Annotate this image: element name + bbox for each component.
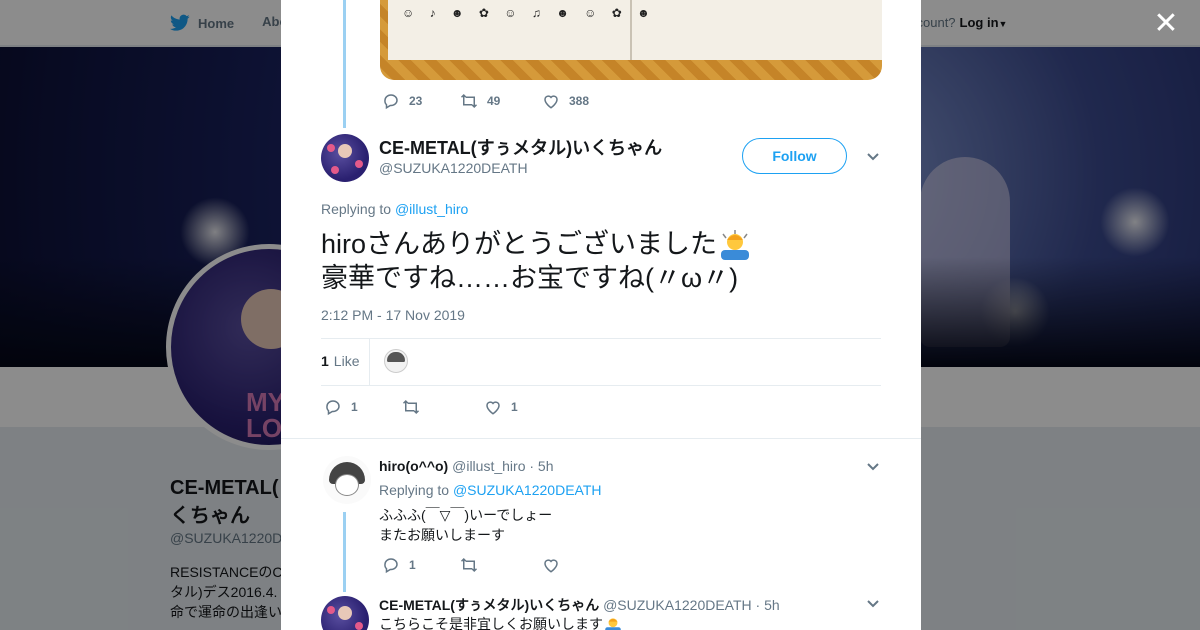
chevron-down-icon[interactable]: [866, 150, 880, 164]
parent-tweet-actions: 23 49 388: [382, 92, 589, 110]
avatar-face: [338, 144, 352, 158]
reply-action[interactable]: 1: [324, 398, 402, 416]
reply-screen-name[interactable]: @illust_hiro: [452, 458, 525, 474]
retweet-icon: [402, 399, 420, 415]
bowing-person-emoji: [721, 229, 750, 260]
like-action[interactable]: [542, 556, 560, 574]
retweet-action[interactable]: 49: [460, 92, 542, 110]
tweet-photo[interactable]: ☺ ♪ ☻ ✿ ☺ ♫ ☻ ☺ ✿ ☻: [380, 0, 882, 80]
tweet-modal: ☺ ♪ ☻ ✿ ☺ ♫ ☻ ☺ ✿ ☻ 23 49 388 CE-METAL(す…: [281, 0, 921, 630]
reply-actions: 1: [382, 556, 560, 574]
thread-line: [343, 0, 346, 128]
retweet-icon: [460, 557, 478, 573]
main-tweet-author: CE-METAL(すぅメタル)いくちゃん @SUZUKA1220DEATH Fo…: [321, 133, 881, 183]
heart-icon: [486, 401, 500, 415]
divider: [321, 338, 881, 339]
reply-header: CE-METAL(すぅメタル)いくちゃん @SUZUKA1220DEATH · …: [379, 595, 780, 615]
author-display-name[interactable]: CE-METAL(すぅメタル)いくちゃん: [379, 134, 662, 160]
like-action[interactable]: 388: [542, 92, 589, 110]
like-action[interactable]: 1: [484, 398, 518, 416]
reply-icon: [384, 94, 398, 110]
book-seam: [630, 0, 632, 60]
divider: [281, 438, 921, 439]
reply-time[interactable]: · 5h: [756, 597, 780, 613]
reply-text: こちらこそ是非宜しくお願いします: [379, 614, 623, 630]
reply-icon: [326, 400, 340, 416]
retweet-count: 49: [487, 94, 501, 108]
avatar-face: [338, 606, 352, 620]
retweet-icon: [460, 93, 478, 109]
retweet-action[interactable]: [460, 556, 542, 574]
heart-decor: [327, 144, 335, 152]
tweet-text-line: hiroさんありがとうございました: [321, 228, 753, 262]
main-tweet-actions: 1 1: [324, 398, 518, 416]
author-avatar[interactable]: [321, 134, 369, 182]
close-icon[interactable]: ✕: [1152, 9, 1180, 39]
reply-text-line: またお願いしまーす: [379, 527, 505, 543]
likes-count: 1: [321, 353, 329, 369]
heart-icon: [544, 559, 558, 573]
tweet-text: hiroさんありがとうございました 豪華ですね……お宝ですね(〃ω〃): [321, 228, 753, 295]
reply-author-avatar[interactable]: [323, 456, 371, 504]
sketchbook-page: ☺ ♪ ☻ ✿ ☺ ♫ ☻ ☺ ✿ ☻: [388, 0, 882, 60]
reply-action[interactable]: 23: [382, 92, 460, 110]
reply-icon: [384, 558, 398, 574]
divider: [321, 385, 881, 386]
reply-replying-to: Replying to @SUZUKA1220DEATH: [379, 482, 602, 498]
likes-label: Like: [333, 353, 360, 369]
likes-divider: [369, 339, 370, 385]
liker-hair: [387, 352, 405, 362]
chevron-down-icon[interactable]: [866, 597, 880, 611]
heart-decor: [355, 160, 363, 168]
author-screen-name[interactable]: @SUZUKA1220DEATH: [379, 160, 528, 176]
liker-avatar[interactable]: [384, 349, 408, 373]
heart-icon: [544, 95, 558, 109]
replying-label: Replying to: [379, 482, 450, 498]
follow-button[interactable]: Follow: [742, 138, 847, 174]
tweet-text-part: hiroさんありがとうございました: [321, 229, 718, 259]
replying-label: Replying to: [321, 201, 392, 217]
reply-screen-name[interactable]: @SUZUKA1220DEATH: [603, 597, 752, 613]
reply-header: hiro(o^^o) @illust_hiro · 5h: [379, 458, 554, 474]
retweet-action[interactable]: [402, 398, 484, 416]
likes-summary[interactable]: 1 Like: [321, 353, 359, 369]
thread-line: [343, 512, 346, 592]
replying-handle-link[interactable]: @SUZUKA1220DEATH: [453, 482, 602, 498]
heart-decor: [327, 606, 335, 614]
reply-time[interactable]: · 5h: [529, 458, 553, 474]
like-count: 388: [569, 94, 590, 108]
replying-handle-link[interactable]: @illust_hiro: [395, 201, 468, 217]
heart-decor: [355, 622, 363, 630]
reply-text: ふふふ(￣▽￣)いーでしょー またお願いしまーす: [379, 505, 552, 545]
reply-display-name[interactable]: CE-METAL(すぅメタル)いくちゃん: [379, 597, 599, 613]
avatar-face: [335, 474, 359, 496]
chevron-down-icon[interactable]: [866, 460, 880, 474]
heart-decor: [331, 166, 339, 174]
doodle-drawings: ☺ ♪ ☻ ✿ ☺ ♫ ☻ ☺ ✿ ☻: [402, 6, 656, 20]
reply-count: 23: [409, 94, 423, 108]
reply-display-name[interactable]: hiro(o^^o): [379, 458, 448, 474]
bowing-person-emoji: [605, 618, 621, 630]
tweet-timestamp[interactable]: 2:12 PM - 17 Nov 2019: [321, 307, 465, 323]
replying-to: Replying to @illust_hiro: [321, 201, 468, 217]
like-count: 1: [511, 400, 518, 414]
reply-author-avatar[interactable]: [321, 596, 369, 630]
reply-text-line: こちらこそ是非宜しくお願いします: [379, 616, 603, 630]
tweet-text-line: 豪華ですね……お宝ですね(〃ω〃): [321, 262, 739, 293]
reply-count: 1: [351, 400, 358, 414]
reply-action[interactable]: 1: [382, 556, 460, 574]
reply-text-line: ふふふ(￣▽￣)いーでしょー: [379, 507, 553, 523]
reply-count: 1: [409, 558, 416, 572]
